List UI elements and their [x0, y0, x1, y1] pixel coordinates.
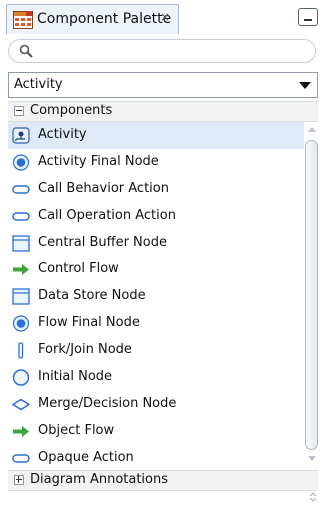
buffer-node-icon	[12, 234, 30, 252]
list-item-merge-decision-node[interactable]: Merge/Decision Node	[8, 391, 304, 418]
fork-join-icon	[18, 342, 24, 359]
item-label: Call Behavior Action	[38, 180, 169, 196]
item-label: Central Buffer Node	[38, 234, 167, 250]
list-item-object-flow[interactable]: Object Flow	[8, 418, 304, 445]
list-item-initial-node[interactable]: Initial Node	[8, 364, 304, 391]
action-icon	[12, 185, 30, 194]
list-item-opaque-action[interactable]: Opaque Action	[8, 445, 304, 467]
item-label: Fork/Join Node	[38, 342, 132, 358]
list-item-central-buffer-node[interactable]: Central Buffer Node	[8, 230, 304, 257]
item-label: Initial Node	[38, 369, 113, 385]
palette-grid-icon	[13, 11, 33, 29]
minimize-button[interactable]	[298, 8, 318, 26]
buffer-node-icon	[12, 288, 30, 305]
action-icon	[12, 453, 30, 463]
action-icon	[12, 211, 30, 221]
list-item-control-flow[interactable]: Control Flow	[8, 256, 304, 283]
scrollbar-thumb[interactable]	[305, 140, 318, 450]
dropdown-selected-value: Activity	[14, 77, 63, 92]
close-icon[interactable]: ×	[160, 10, 170, 24]
scroll-down-arrow-icon[interactable]	[307, 455, 317, 463]
tab-title: Component Palette	[37, 11, 172, 27]
section-diagram-annotations-header[interactable]: Diagram Annotations	[8, 470, 318, 491]
tab-bar: Component Palette ×	[0, 0, 324, 36]
expand-icon[interactable]	[14, 475, 24, 485]
list-item-activity-final-node[interactable]: Activity Final Node	[8, 149, 304, 176]
item-label: Object Flow	[38, 422, 115, 438]
flow-arrow-icon	[13, 425, 29, 437]
item-label: Control Flow	[38, 261, 119, 277]
list-item-fork-join-node[interactable]: Fork/Join Node	[8, 337, 304, 364]
list-item-data-store-node[interactable]: Data Store Node	[8, 283, 304, 310]
list-item-activity[interactable]: Activity	[8, 122, 304, 149]
item-label: Activity Final Node	[38, 153, 159, 169]
search-field[interactable]	[8, 39, 316, 63]
scroll-up-arrow-icon[interactable]	[307, 125, 317, 133]
final-node-icon	[12, 315, 30, 332]
item-label: Data Store Node	[38, 288, 146, 304]
scroll-stepper-icon[interactable]	[308, 491, 318, 503]
activity-final-node-icon	[12, 154, 30, 171]
initial-node-icon	[12, 369, 30, 386]
item-label: Flow Final Node	[38, 315, 140, 331]
item-label: Call Operation Action	[38, 207, 176, 223]
item-label: Opaque Action	[38, 449, 134, 465]
search-input[interactable]	[39, 42, 303, 62]
tab-component-palette[interactable]: Component Palette ×	[6, 4, 179, 34]
chevron-down-icon	[299, 82, 311, 89]
search-icon	[19, 44, 33, 58]
decision-icon	[12, 398, 30, 411]
item-label: Activity	[38, 127, 87, 142]
section-components-header[interactable]: Components	[8, 101, 318, 122]
list-item-call-behavior-action[interactable]: Call Behavior Action	[8, 176, 304, 203]
section-components-label: Components	[30, 103, 113, 118]
list-item-flow-final-node[interactable]: Flow Final Node	[8, 310, 304, 337]
section-diagram-annotations-label: Diagram Annotations	[30, 472, 169, 487]
palette-page-dropdown[interactable]: Activity	[8, 72, 318, 98]
collapse-icon[interactable]	[14, 106, 24, 116]
list-item-call-operation-action[interactable]: Call Operation Action	[8, 203, 304, 230]
item-label: Merge/Decision Node	[38, 395, 177, 411]
flow-arrow-icon	[13, 264, 29, 276]
component-palette-panel: Component Palette × Activity Components …	[0, 0, 324, 506]
component-list: Activity Activity Final Node Call Behavi…	[8, 122, 304, 467]
activity-icon	[12, 127, 30, 144]
